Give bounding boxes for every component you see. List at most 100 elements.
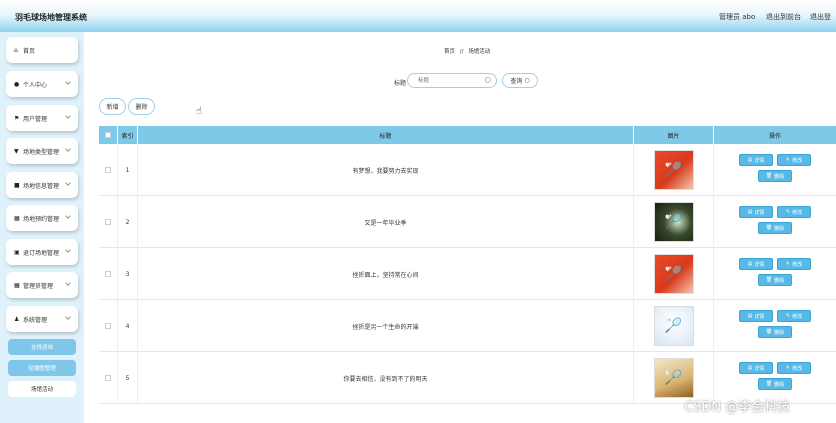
header-title: 标题 — [138, 126, 634, 144]
chevron-down-icon — [65, 213, 71, 219]
chevron-down-icon — [65, 314, 71, 320]
sidebar-item-venue-cancel[interactable]: ▣ 退订场地管理 — [6, 239, 78, 265]
sidebar-subitem-carousel[interactable]: 轮播图管理 — [8, 360, 76, 376]
header-image: 图片 — [634, 126, 714, 144]
row-delete-button[interactable]: 🗑 删除 — [758, 170, 792, 182]
row-title: 挫折是另一个生命的开端 — [138, 300, 634, 352]
table-row: 3 挫折面上，坚持常在心间 🏸 ▤ 详情 ✎ 修改 🗑 删除 — [99, 248, 836, 300]
search-input[interactable] — [407, 73, 497, 88]
edit-button[interactable]: ✎ 修改 — [777, 206, 811, 218]
checkbox[interactable] — [105, 167, 111, 173]
activity-thumbnail[interactable]: 🏸 — [653, 306, 694, 346]
delete-label: 删除 — [774, 225, 785, 232]
edit-button[interactable]: ✎ 修改 — [777, 362, 811, 374]
query-button[interactable]: 查询 ○ — [502, 73, 538, 88]
sidebar-item-personal-center[interactable]: ● 个人中心 — [6, 71, 78, 97]
back-to-frontend-link[interactable]: 退出到前台 — [766, 12, 801, 22]
detail-button[interactable]: ▤ 详情 — [739, 154, 773, 166]
edit-button[interactable]: ✎ 修改 — [777, 310, 811, 322]
sidebar-item-user-management[interactable]: ⚑ 用户管理 — [6, 105, 78, 131]
checkbox[interactable] — [105, 219, 111, 225]
sidebar-item-label: 个人中心 — [23, 81, 48, 89]
edit-label: 修改 — [792, 261, 803, 268]
row-delete-button[interactable]: 🗑 删除 — [758, 274, 792, 286]
sidebar-item-label: 退订场地管理 — [23, 249, 60, 257]
edit-icon: ✎ — [785, 261, 791, 267]
doc-icon: ■ — [14, 181, 20, 189]
grid-icon: ▦ — [14, 281, 20, 289]
row-delete-button[interactable]: 🗑 删除 — [758, 378, 792, 390]
row-select[interactable] — [99, 300, 118, 352]
detail-icon: ▤ — [747, 261, 753, 267]
lock-icon: ▣ — [14, 248, 20, 256]
detail-label: 详情 — [754, 261, 765, 268]
add-button[interactable]: 新增 — [99, 98, 126, 115]
query-button-label: 查询 — [510, 78, 523, 85]
pin-icon: ▼ — [14, 147, 19, 155]
edit-button[interactable]: ✎ 修改 — [777, 258, 811, 270]
detail-button[interactable]: ▤ 详情 — [739, 310, 773, 322]
table-row: 1 有梦想，我要努力去实现 🏸 ▤ 详情 ✎ 修改 🗑 删除 — [99, 144, 836, 196]
row-title: 又是一年毕业季 — [138, 196, 634, 248]
logout-link[interactable]: 退出登 — [810, 12, 831, 22]
detail-icon: ▤ — [747, 365, 753, 371]
checkbox[interactable] — [105, 375, 111, 381]
detail-button[interactable]: ▤ 详情 — [739, 362, 773, 374]
sidebar-subitem-venue-activity[interactable]: 场馆活动 — [8, 381, 76, 397]
sidebar-item-label: 场地预约管理 — [23, 215, 60, 223]
sidebar-item-venue-booking[interactable]: ▦ 场地预约管理 — [6, 205, 78, 231]
badminton-player-icon: 🏸 — [664, 162, 683, 178]
sidebar-item-home[interactable]: ⌂ 首页 — [6, 37, 78, 63]
row-index: 5 — [118, 352, 138, 404]
delete-button[interactable]: 删除 — [128, 98, 155, 115]
detail-button[interactable]: ▤ 详情 — [739, 258, 773, 270]
detail-label: 详情 — [754, 209, 765, 216]
chevron-down-icon — [65, 247, 71, 253]
grid-icon: ▦ — [14, 214, 20, 222]
row-select[interactable] — [99, 196, 118, 248]
app-title: 羽毛球场地管理系统 — [15, 13, 87, 22]
edit-label: 修改 — [792, 209, 803, 216]
admin-label: 管理员 abo — [719, 13, 756, 21]
detail-icon: ▤ — [747, 313, 753, 319]
delete-label: 删除 — [774, 329, 785, 336]
header-ops: 操作 — [768, 132, 781, 140]
detail-label: 详情 — [754, 313, 765, 320]
row-index: 1 — [118, 144, 138, 196]
sidebar: ⌂ 首页 ● 个人中心 ⚑ 用户管理 ▼ 场地类型管理 ■ 场地信息管理 ▦ 场… — [0, 32, 84, 423]
chevron-down-icon — [65, 79, 71, 85]
row-select[interactable] — [99, 144, 118, 196]
breadcrumb: 首页 // 场馆活动 — [444, 47, 490, 55]
breadcrumb-home[interactable]: 首页 — [444, 49, 455, 55]
sidebar-subitem-online-consult[interactable]: 在线咨询 — [8, 339, 76, 355]
edit-label: 修改 — [792, 313, 803, 320]
sidebar-item-venue-info[interactable]: ■ 场地信息管理 — [6, 172, 78, 198]
header-select-all[interactable] — [99, 126, 118, 144]
activity-thumbnail[interactable]: 🏸 — [653, 358, 694, 398]
edit-button[interactable]: ✎ 修改 — [777, 154, 811, 166]
row-delete-button[interactable]: 🗑 删除 — [758, 222, 792, 234]
row-index: 2 — [118, 196, 138, 248]
search-label: 标题 — [394, 80, 407, 87]
sidebar-item-admin-management[interactable]: ▦ 管理员管理 — [6, 272, 78, 298]
row-select[interactable] — [99, 352, 118, 404]
trash-icon: 🗑 — [765, 381, 773, 387]
delete-label: 删除 — [774, 277, 785, 284]
sidebar-item-system-management[interactable]: ♟ 系统管理 — [6, 306, 78, 332]
checkbox[interactable] — [105, 271, 111, 277]
table-row: 2 又是一年毕业季 🏸 ▤ 详情 ✎ 修改 🗑 删除 — [99, 196, 836, 248]
checkbox[interactable] — [105, 323, 111, 329]
detail-button[interactable]: ▤ 详情 — [739, 206, 773, 218]
activity-thumbnail[interactable]: 🏸 — [653, 150, 694, 190]
checkbox[interactable] — [105, 132, 111, 138]
row-select[interactable] — [99, 248, 118, 300]
breadcrumb-separator: // — [459, 49, 464, 55]
search-icon — [485, 77, 491, 83]
hand-cursor-icon: ☝ — [196, 106, 203, 117]
sidebar-item-venue-type[interactable]: ▼ 场地类型管理 — [6, 138, 78, 164]
search-icon: ○ — [524, 77, 530, 84]
activity-thumbnail[interactable]: 🏸 — [653, 202, 694, 242]
row-delete-button[interactable]: 🗑 删除 — [758, 326, 792, 338]
trash-icon: 🗑 — [765, 173, 773, 179]
activity-thumbnail[interactable]: 🏸 — [653, 254, 694, 294]
